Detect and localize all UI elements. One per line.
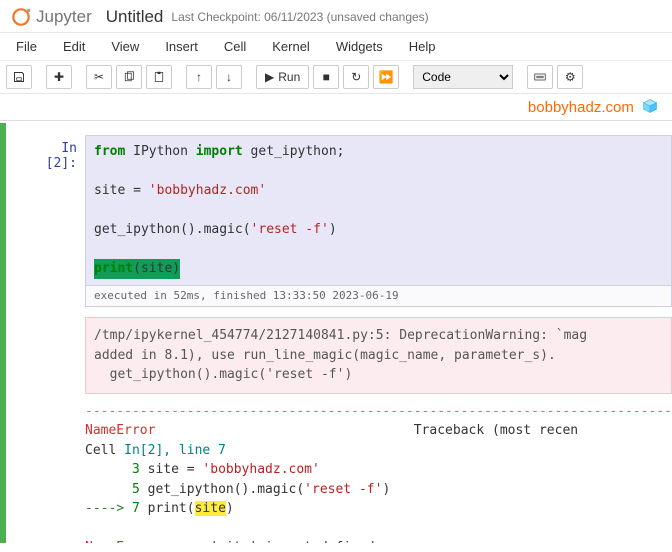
input-prompt: In [2]: bbox=[26, 135, 85, 543]
arrow-down-icon: ↓ bbox=[226, 70, 232, 84]
deprecation-warning: /tmp/ipykernel_454774/2127140841.py:5: D… bbox=[85, 317, 672, 394]
restart-icon: ↻ bbox=[351, 70, 361, 84]
stop-icon: ■ bbox=[323, 70, 330, 84]
interrupt-button[interactable]: ■ bbox=[313, 65, 339, 89]
add-cell-button[interactable]: ✚ bbox=[46, 65, 72, 89]
toolbar: ✚ ✂ ↑ ↓ ▶ Run ■ ↻ ⏩ Code ⚙ bbox=[0, 61, 672, 94]
move-down-button[interactable]: ↓ bbox=[216, 65, 242, 89]
menu-help[interactable]: Help bbox=[409, 39, 436, 54]
jupyter-logo[interactable]: Jupyter bbox=[10, 6, 92, 28]
menu-kernel[interactable]: Kernel bbox=[272, 39, 310, 54]
scissors-icon: ✂ bbox=[94, 70, 104, 84]
restart-run-all-button[interactable]: ⏩ bbox=[373, 65, 399, 89]
menu-cell[interactable]: Cell bbox=[224, 39, 246, 54]
menu-insert[interactable]: Insert bbox=[165, 39, 198, 54]
copy-icon bbox=[123, 71, 135, 83]
cell-type-select[interactable]: Code bbox=[413, 65, 513, 89]
fast-forward-icon: ⏩ bbox=[379, 70, 394, 84]
notebook-area: In [2]: from IPython import get_ipython;… bbox=[0, 123, 672, 543]
checkpoint-text: Last Checkpoint: 06/11/2023 (unsaved cha… bbox=[171, 10, 428, 24]
cog-icon: ⚙ bbox=[565, 70, 576, 84]
brand-text: bobbyhadz.com bbox=[528, 99, 634, 116]
cell-content: from IPython import get_ipython; site = … bbox=[85, 135, 672, 543]
restart-button[interactable]: ↻ bbox=[343, 65, 369, 89]
arrow-up-icon: ↑ bbox=[196, 70, 202, 84]
brand-strip: bobbyhadz.com bbox=[0, 94, 672, 121]
copy-button[interactable] bbox=[116, 65, 142, 89]
menu-view[interactable]: View bbox=[111, 39, 139, 54]
paste-button[interactable] bbox=[146, 65, 172, 89]
traceback-output: ----------------------------------------… bbox=[85, 394, 672, 544]
logo-text: Jupyter bbox=[36, 7, 92, 27]
code-editor[interactable]: from IPython import get_ipython; site = … bbox=[85, 135, 672, 286]
jupyter-icon bbox=[10, 6, 32, 28]
run-label: Run bbox=[278, 70, 300, 84]
header-bar: Jupyter Untitled Last Checkpoint: 06/11/… bbox=[0, 0, 672, 33]
menu-file[interactable]: File bbox=[16, 39, 37, 54]
execution-info: executed in 52ms, finished 13:33:50 2023… bbox=[85, 286, 672, 308]
code-cell[interactable]: In [2]: from IPython import get_ipython;… bbox=[6, 135, 672, 543]
menu-widgets[interactable]: Widgets bbox=[336, 39, 383, 54]
keyboard-icon bbox=[534, 71, 546, 83]
save-button[interactable] bbox=[6, 65, 32, 89]
move-up-button[interactable]: ↑ bbox=[186, 65, 212, 89]
menubar: File Edit View Insert Cell Kernel Widget… bbox=[0, 33, 672, 61]
menu-edit[interactable]: Edit bbox=[63, 39, 85, 54]
cut-button[interactable]: ✂ bbox=[86, 65, 112, 89]
notebook-title[interactable]: Untitled bbox=[106, 7, 164, 27]
command-palette-button[interactable] bbox=[527, 65, 553, 89]
play-icon: ▶ bbox=[265, 70, 274, 84]
cube-icon bbox=[642, 98, 658, 118]
settings-button[interactable]: ⚙ bbox=[557, 65, 583, 89]
save-icon bbox=[13, 71, 25, 83]
paste-icon bbox=[153, 71, 165, 83]
plus-icon: ✚ bbox=[54, 70, 64, 84]
run-button[interactable]: ▶ Run bbox=[256, 65, 309, 89]
